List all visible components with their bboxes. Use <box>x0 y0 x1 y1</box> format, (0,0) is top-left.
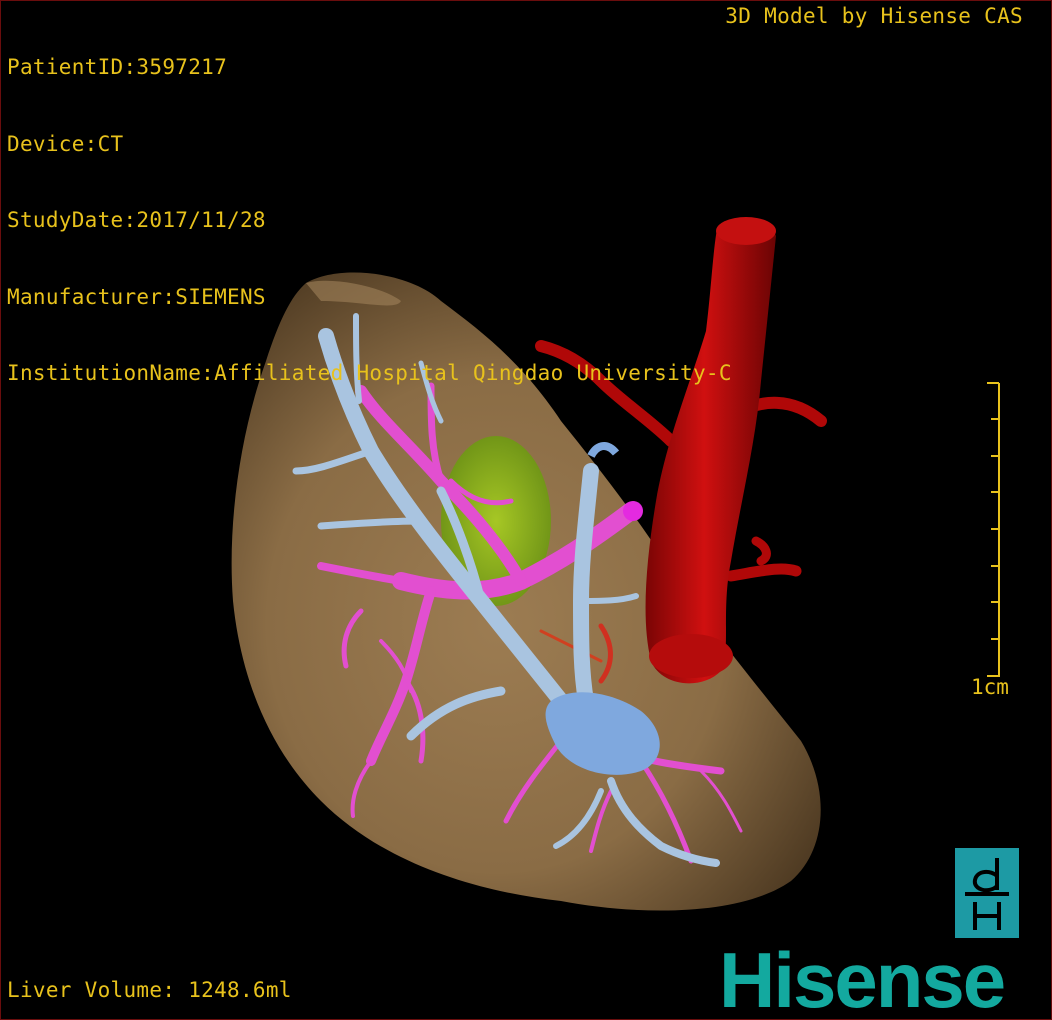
patient-id: PatientID:3597217 <box>7 55 228 79</box>
dicom-info: PatientID:3597217 Device:CT StudyDate:20… <box>7 4 732 438</box>
manufacturer: Manufacturer:SIEMENS <box>7 284 266 309</box>
study-date: StudyDate:2017/11/28 <box>7 208 266 232</box>
scale-bar <box>987 382 1000 677</box>
hisense-logo: Hisense <box>719 936 1006 1020</box>
dh-logo-icon <box>955 848 1019 938</box>
liver-volume: Liver Volume: 1248.6ml <box>7 977 292 1002</box>
model-credit: 3D Model by Hisense CAS <box>725 4 1023 28</box>
device: Device:CT <box>7 131 124 156</box>
institution-name: InstitutionName:Affiliated Hospital Qing… <box>7 361 732 385</box>
scale-label: 1cm <box>971 675 1009 699</box>
3d-viewport[interactable]: PatientID:3597217 Device:CT StudyDate:20… <box>0 0 1052 1020</box>
